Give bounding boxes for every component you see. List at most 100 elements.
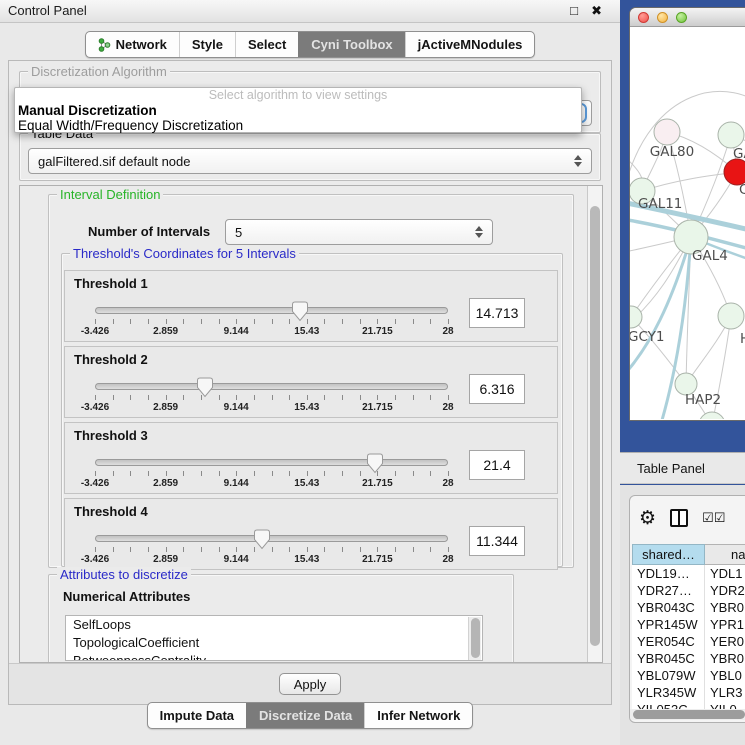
- tick-mark: [148, 319, 149, 324]
- apply-button[interactable]: Apply: [279, 673, 341, 695]
- threshold-slider-track[interactable]: [95, 307, 448, 314]
- close-traffic-light-icon[interactable]: [638, 12, 649, 23]
- table-row[interactable]: YBR043CYBR0: [632, 599, 745, 616]
- tick-mark: [130, 395, 131, 400]
- tab-style[interactable]: Style: [179, 32, 235, 57]
- tick-mark: [201, 395, 202, 400]
- table-row[interactable]: YDR27…YDR2: [632, 582, 745, 599]
- split-columns-icon[interactable]: [670, 509, 688, 527]
- cell-shared-name[interactable]: YPR145W: [632, 616, 705, 633]
- cell-name[interactable]: YPR1: [705, 616, 745, 633]
- tick-mark: [148, 471, 149, 476]
- cell-name[interactable]: YDL1: [705, 565, 745, 582]
- threshold-title: Threshold 4: [74, 504, 148, 519]
- slider-thumb-icon[interactable]: [253, 529, 271, 550]
- attributes-list-scrollbar[interactable]: [468, 617, 481, 661]
- minimize-traffic-light-icon[interactable]: [657, 12, 668, 23]
- tick-mark: [430, 319, 431, 324]
- cell-name[interactable]: YLR3: [705, 684, 745, 701]
- cell-name[interactable]: YDR2: [705, 582, 745, 599]
- network-node[interactable]: [699, 412, 725, 419]
- tick-mark: [448, 395, 449, 400]
- tick-mark: [395, 471, 396, 476]
- tick-mark: [183, 319, 184, 324]
- tab-network[interactable]: Network: [86, 32, 179, 57]
- tab-discretize-data[interactable]: Discretize Data: [246, 703, 364, 728]
- numerical-attributes-list[interactable]: SelfLoopsTopologicalCoefficientBetweenne…: [65, 615, 483, 661]
- zoom-traffic-light-icon[interactable]: [676, 12, 687, 23]
- float-window-icon[interactable]: □: [570, 0, 578, 22]
- cell-name[interactable]: YBR0: [705, 599, 745, 616]
- close-icon[interactable]: ✖: [591, 0, 602, 22]
- cell-name[interactable]: YBR0: [705, 650, 745, 667]
- attributes-group-label: Attributes to discretize: [57, 567, 191, 582]
- threshold-slider-track[interactable]: [95, 383, 448, 390]
- node-label: GAL4: [692, 248, 728, 264]
- cell-shared-name[interactable]: YDL19…: [632, 565, 705, 582]
- network-node[interactable]: [718, 303, 744, 329]
- network-node[interactable]: [718, 122, 744, 148]
- scrollbar-thumb[interactable]: [633, 710, 745, 719]
- tab-select[interactable]: Select: [235, 32, 298, 57]
- network-edge-highlighted[interactable]: [630, 237, 691, 377]
- tick-mark: [307, 547, 308, 552]
- discretization-algorithm-label: Discretization Algorithm: [28, 64, 170, 79]
- table-row[interactable]: YPR145WYPR1: [632, 616, 745, 633]
- cell-shared-name[interactable]: YLR345W: [632, 684, 705, 701]
- control-panel-title: Control Panel: [8, 3, 87, 18]
- table-panel-toolbar: ⚙ ☑☑: [630, 496, 745, 540]
- scrollbar-thumb[interactable]: [590, 206, 600, 646]
- gear-icon[interactable]: ⚙: [639, 509, 656, 528]
- tab-infer-network[interactable]: Infer Network: [364, 703, 472, 728]
- tab-cyni-toolbox[interactable]: Cyni Toolbox: [298, 32, 404, 57]
- tick-label: 28: [442, 478, 453, 489]
- threshold-slider-track[interactable]: [95, 535, 448, 542]
- network-node[interactable]: [630, 306, 642, 328]
- column-header-shared[interactable]: shared…: [632, 544, 705, 565]
- table-row[interactable]: YDL19…YDL1: [632, 565, 745, 582]
- tab-jactivemnodules[interactable]: jActiveMNodules: [405, 32, 535, 57]
- dropdown-option-manual-discretization[interactable]: Manual Discretization: [15, 103, 581, 118]
- checkbox-icons[interactable]: ☑☑: [702, 510, 725, 526]
- threshold-value-field[interactable]: 21.4: [469, 450, 525, 480]
- cell-shared-name[interactable]: YBR045C: [632, 650, 705, 667]
- scrollbar-thumb[interactable]: [471, 618, 480, 658]
- cell-name[interactable]: YBL0: [705, 667, 745, 684]
- threshold-slider-track[interactable]: [95, 459, 448, 466]
- table-panel-title: Table Panel: [637, 461, 705, 476]
- attribute-list-item[interactable]: SelfLoops: [66, 616, 482, 634]
- threshold-value-field[interactable]: 11.344: [469, 526, 525, 556]
- tick-label: 28: [442, 402, 453, 413]
- table-row[interactable]: YER054CYER0: [632, 633, 745, 650]
- tab-label: Impute Data: [160, 703, 234, 728]
- table-data-combobox[interactable]: galFiltered.sif default node: [28, 148, 592, 174]
- tab-impute-data[interactable]: Impute Data: [148, 703, 246, 728]
- slider-thumb-icon[interactable]: [196, 377, 214, 398]
- network-edge[interactable]: [642, 172, 737, 191]
- cell-shared-name[interactable]: YDR27…: [632, 582, 705, 599]
- network-view-window: GAL80GACGAL11GAL4GCY1HHAP2: [630, 8, 745, 420]
- table-horizontal-scrollbar[interactable]: [630, 709, 745, 720]
- table-row[interactable]: YBR045CYBR0: [632, 650, 745, 667]
- table-row[interactable]: YLR345WYLR3: [632, 684, 745, 701]
- threshold-value-field[interactable]: 14.713: [469, 298, 525, 328]
- attribute-list-item[interactable]: BetweennessCentrality: [66, 652, 482, 661]
- threshold-value-field[interactable]: 6.316: [469, 374, 525, 404]
- network-graph-canvas[interactable]: GAL80GACGAL11GAL4GCY1HHAP2: [630, 27, 745, 419]
- column-header-name[interactable]: na: [705, 544, 745, 565]
- cell-name[interactable]: YER0: [705, 633, 745, 650]
- slider-thumb-icon[interactable]: [366, 453, 384, 474]
- table-row[interactable]: YBL079WYBL0: [632, 667, 745, 684]
- cell-shared-name[interactable]: YER054C: [632, 633, 705, 650]
- cell-shared-name[interactable]: YBR043C: [632, 599, 705, 616]
- number-of-intervals-combobox[interactable]: 5: [225, 219, 493, 245]
- settings-vertical-scrollbar[interactable]: [587, 186, 602, 663]
- dropdown-option-equal-width-frequency[interactable]: Equal Width/Frequency Discretization: [15, 118, 581, 133]
- thresholds-group-label: Threshold's Coordinates for 5 Intervals: [70, 246, 299, 261]
- cell-shared-name[interactable]: YBL079W: [632, 667, 705, 684]
- tick-mark: [201, 547, 202, 552]
- attribute-list-item[interactable]: TopologicalCoefficient: [66, 634, 482, 652]
- number-of-intervals-value: 5: [235, 225, 242, 240]
- network-node[interactable]: [654, 119, 680, 145]
- node-label: GAL80: [650, 144, 694, 160]
